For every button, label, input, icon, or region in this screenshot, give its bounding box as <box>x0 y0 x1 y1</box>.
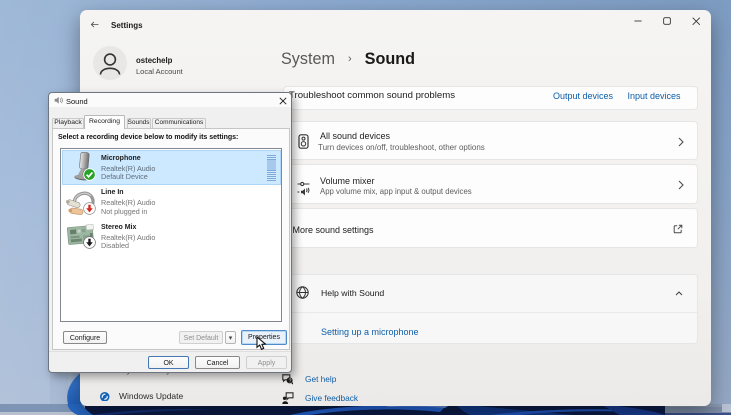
svg-text:?: ? <box>288 378 291 384</box>
